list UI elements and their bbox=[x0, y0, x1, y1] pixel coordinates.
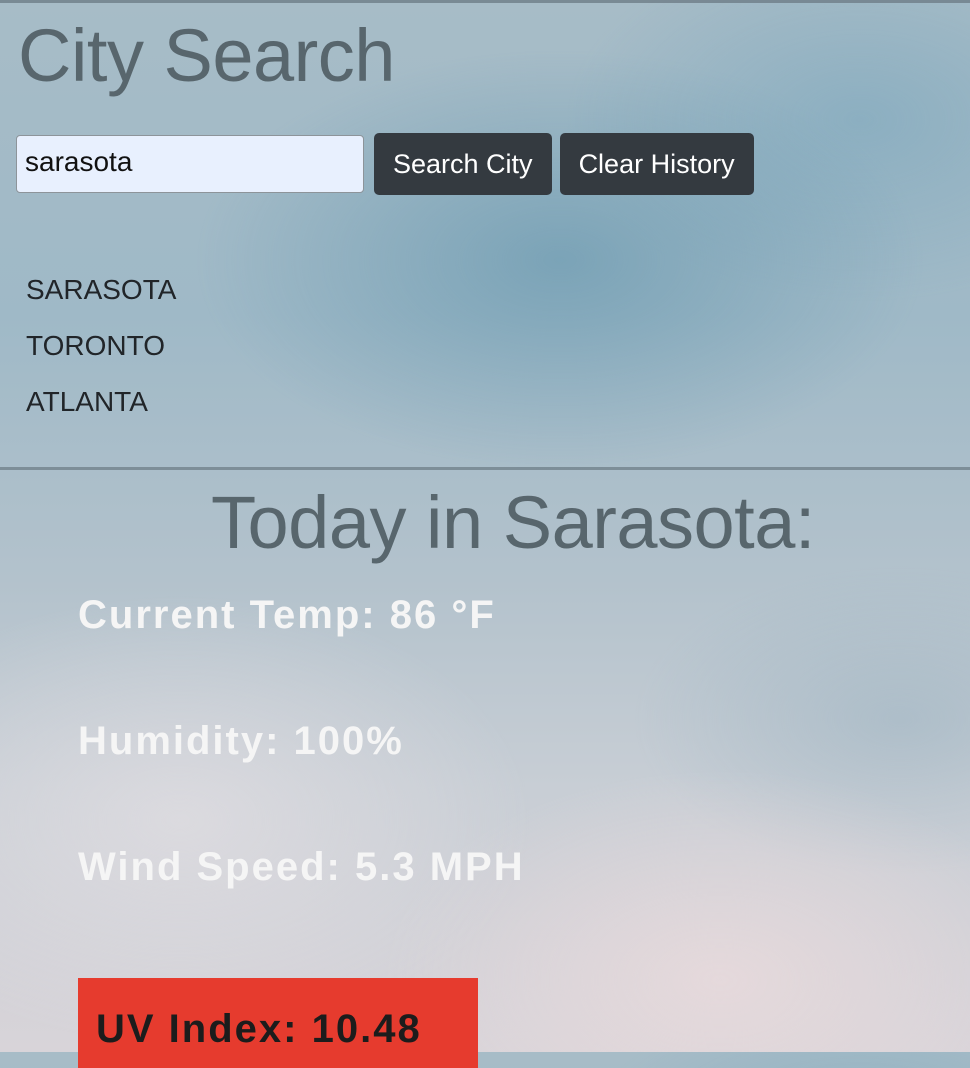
history-item-toronto[interactable]: TORONTO bbox=[26, 318, 176, 374]
today-heading: Today in Sarasota: bbox=[211, 481, 815, 564]
search-history-list: SARASOTA TORONTO ATLANTA bbox=[26, 262, 176, 430]
page-title: City Search bbox=[18, 14, 395, 97]
uv-index-badge: UV Index: 10.48 bbox=[78, 978, 478, 1068]
clear-history-button[interactable]: Clear History bbox=[559, 133, 754, 195]
search-form: Search City Clear History bbox=[16, 133, 754, 195]
history-item-sarasota[interactable]: SARASOTA bbox=[26, 262, 176, 318]
search-city-button[interactable]: Search City bbox=[374, 133, 552, 195]
city-search-input[interactable] bbox=[16, 135, 364, 193]
current-temp: Current Temp: 86 °F bbox=[78, 593, 496, 637]
uv-index-text: UV Index: 10.48 bbox=[96, 1007, 422, 1051]
top-divider bbox=[0, 0, 970, 3]
humidity: Humidity: 100% bbox=[78, 719, 404, 763]
section-divider bbox=[0, 467, 970, 470]
wind-speed: Wind Speed: 5.3 MPH bbox=[78, 845, 525, 889]
history-item-atlanta[interactable]: ATLANTA bbox=[26, 374, 176, 430]
